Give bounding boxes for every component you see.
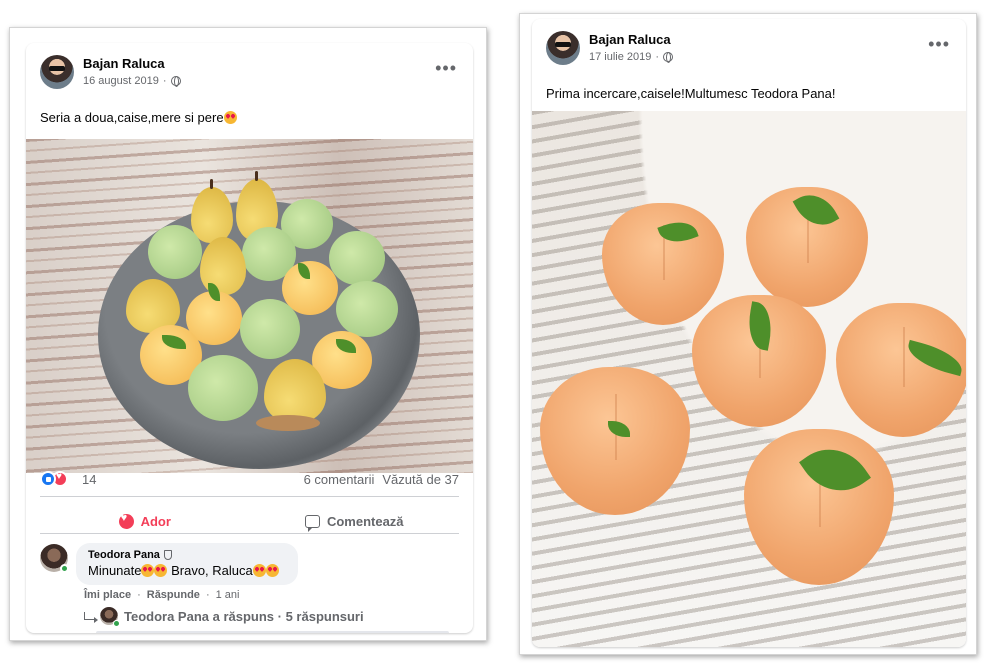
pear-stem <box>210 179 213 189</box>
commenter-name-row: Teodora Pana <box>88 549 286 561</box>
apple-dessert <box>188 355 258 421</box>
post-card-left: Bajan Raluca 16 august 2019 · ••• Seria … <box>26 43 473 633</box>
apple-dessert <box>148 225 202 279</box>
like-reaction-icon[interactable] <box>40 471 56 487</box>
pear-dessert <box>191 187 233 243</box>
apple-dessert <box>336 281 398 337</box>
author-name[interactable]: Bajan Raluca <box>589 32 671 47</box>
love-icon <box>118 512 134 529</box>
shield-icon <box>163 550 172 560</box>
next-comment-edge <box>96 631 449 633</box>
replies-summary: Teodora Pana a răspuns · 5 răspunsuri <box>124 608 364 624</box>
online-status-dot <box>113 620 120 627</box>
reply-arrow-icon <box>84 612 98 623</box>
author-avatar[interactable] <box>40 55 74 89</box>
comment-meta-dot: · <box>205 589 210 601</box>
reactions-count[interactable]: 14 <box>82 472 96 487</box>
comment-icon <box>304 514 320 532</box>
heart-eyes-emoji-icon <box>265 564 279 577</box>
comment-reply-link[interactable]: Răspunde <box>147 589 200 601</box>
stats-right: 6 comentarii Văzută de 37 <box>304 472 459 487</box>
globe-icon <box>170 76 181 87</box>
more-options-icon[interactable]: ••• <box>435 59 457 77</box>
comments-count[interactable]: 6 comentarii <box>304 472 375 487</box>
reaction-stats: 14 6 comentarii Văzută de 37 <box>40 467 459 491</box>
left-screenshot-frame: Bajan Raluca 16 august 2019 · ••• Seria … <box>9 27 487 641</box>
post-date[interactable]: 17 iulie 2019 <box>589 51 651 63</box>
caption-text: Seria a doua,caise,mere si pere <box>40 110 224 125</box>
comment-meta: Îmi place · Răspunde · 1 ani <box>84 589 239 601</box>
commenter-name[interactable]: Teodora Pana <box>88 549 160 561</box>
post-meta: 17 iulie 2019 · <box>589 51 674 63</box>
comment-like-link[interactable]: Îmi place <box>84 589 131 601</box>
commenter-avatar[interactable] <box>40 544 69 573</box>
online-status-dot <box>60 564 69 573</box>
author-avatar[interactable] <box>546 31 580 65</box>
love-button-label: Ador <box>140 513 171 529</box>
post-header: Bajan Raluca 17 iulie 2019 · ••• <box>532 19 966 79</box>
author-name[interactable]: Bajan Raluca <box>83 56 165 71</box>
replier-avatar <box>100 607 120 627</box>
heart-eyes-emoji-icon <box>141 564 155 577</box>
comment-text: Minunate Bravo, Raluca <box>88 563 286 578</box>
divider <box>40 496 459 497</box>
divider <box>40 533 459 534</box>
post-caption: Seria a doua,caise,mere si pere <box>40 110 237 125</box>
biscuit-base <box>256 415 320 431</box>
comment-meta-dot: · <box>137 589 141 601</box>
heart-eyes-emoji-icon <box>252 564 266 577</box>
post-photo-fruit-tray[interactable] <box>26 139 473 473</box>
globe-icon <box>663 52 674 63</box>
heart-eyes-emoji-icon <box>154 564 168 577</box>
peach-dessert <box>540 367 690 515</box>
pear-stem <box>255 171 258 181</box>
post-photo-peaches[interactable] <box>532 111 966 647</box>
post-meta: 16 august 2019 · <box>83 75 181 87</box>
meta-separator: · <box>162 75 167 87</box>
post-date[interactable]: 16 august 2019 <box>83 75 159 87</box>
apple-dessert <box>329 231 385 285</box>
caption-text: Prima incercare,caisele!Multumesc Teodor… <box>546 86 836 101</box>
post-caption: Prima incercare,caisele!Multumesc Teodor… <box>546 86 836 101</box>
post-card-right: Bajan Raluca 17 iulie 2019 · ••• Prima i… <box>532 19 966 647</box>
meta-separator: · <box>655 51 660 63</box>
heart-eyes-emoji-icon <box>223 111 237 124</box>
comment-text-part: Minunate <box>88 563 142 578</box>
comment-text-part: Bravo, Raluca <box>167 563 253 578</box>
apple-dessert <box>240 299 300 359</box>
views-count[interactable]: Văzută de 37 <box>382 472 459 487</box>
comment-bubble: Teodora Pana Minunate Bravo, Raluca <box>76 543 298 585</box>
comment-item: Teodora Pana Minunate Bravo, Raluca Îmi … <box>40 543 459 633</box>
comment-time[interactable]: 1 ani <box>216 589 240 601</box>
right-screenshot-frame: Bajan Raluca 17 iulie 2019 · ••• Prima i… <box>519 13 977 655</box>
view-replies-link[interactable]: Teodora Pana a răspuns · 5 răspunsuri <box>84 607 364 627</box>
more-options-icon[interactable]: ••• <box>928 35 950 53</box>
peach-dessert <box>602 203 724 325</box>
post-header: Bajan Raluca 16 august 2019 · ••• <box>26 43 473 103</box>
comment-button-label: Comentează <box>326 513 404 529</box>
